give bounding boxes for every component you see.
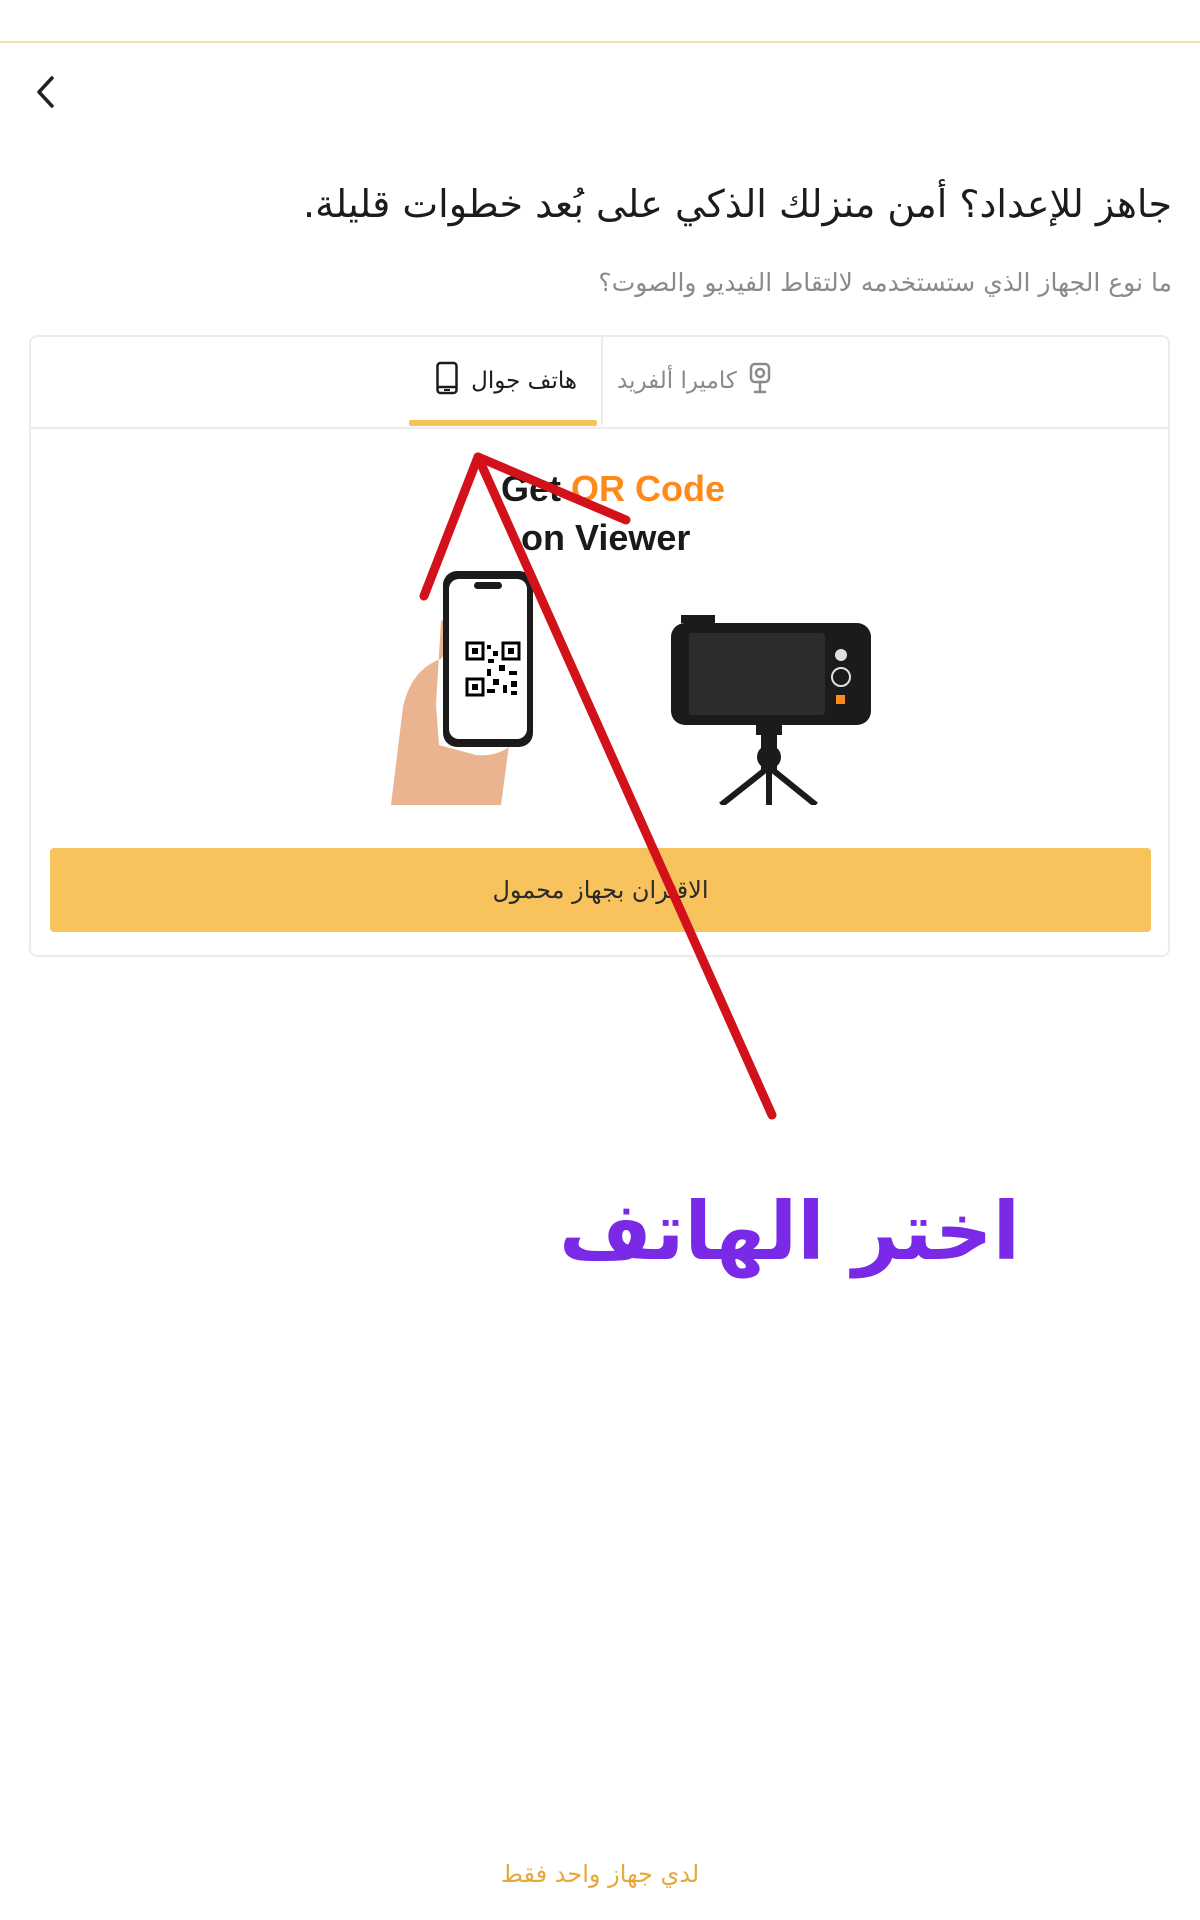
illustration-heading-line2: on Viewer — [521, 517, 690, 558]
device-tabs: كاميرا ألفريد هاتف جوال — [31, 337, 1168, 429]
header-divider — [0, 41, 1200, 43]
phone-icon — [435, 361, 459, 401]
camera-icon — [749, 362, 771, 400]
tripod-phone-graphic — [671, 615, 871, 805]
chevron-left-icon — [37, 76, 54, 108]
qr-pairing-illustration: Get QR Code on Viewer — [391, 468, 871, 805]
device-type-card: كاميرا ألفريد هاتف جوال Get QR Code on V… — [29, 335, 1170, 957]
tab-selected-indicator — [409, 420, 597, 426]
illustration-heading-line1: Get QR Code — [501, 468, 725, 509]
qr-code-graphic — [465, 641, 521, 697]
page-title: جاهز للإعداد؟ أمن منزلك الذكي على بُعد خ… — [303, 182, 1172, 226]
annotation-label: اختر الهاتف — [559, 1185, 1020, 1278]
tab-mobile-phone-label: هاتف جوال — [471, 368, 577, 394]
single-device-link[interactable]: لدي جهاز واحد فقط — [400, 1860, 800, 1888]
tab-mobile-phone[interactable]: هاتف جوال — [403, 337, 603, 425]
tab-alfred-camera[interactable]: كاميرا ألفريد — [617, 337, 817, 425]
back-button[interactable] — [28, 70, 64, 114]
pair-mobile-device-button[interactable]: الاقتران بجهاز محمول — [50, 848, 1151, 932]
tab-alfred-camera-label: كاميرا ألفريد — [617, 368, 737, 394]
page-subtitle: ما نوع الجهاز الذي ستستخدمه لالتقاط الفي… — [598, 268, 1172, 297]
